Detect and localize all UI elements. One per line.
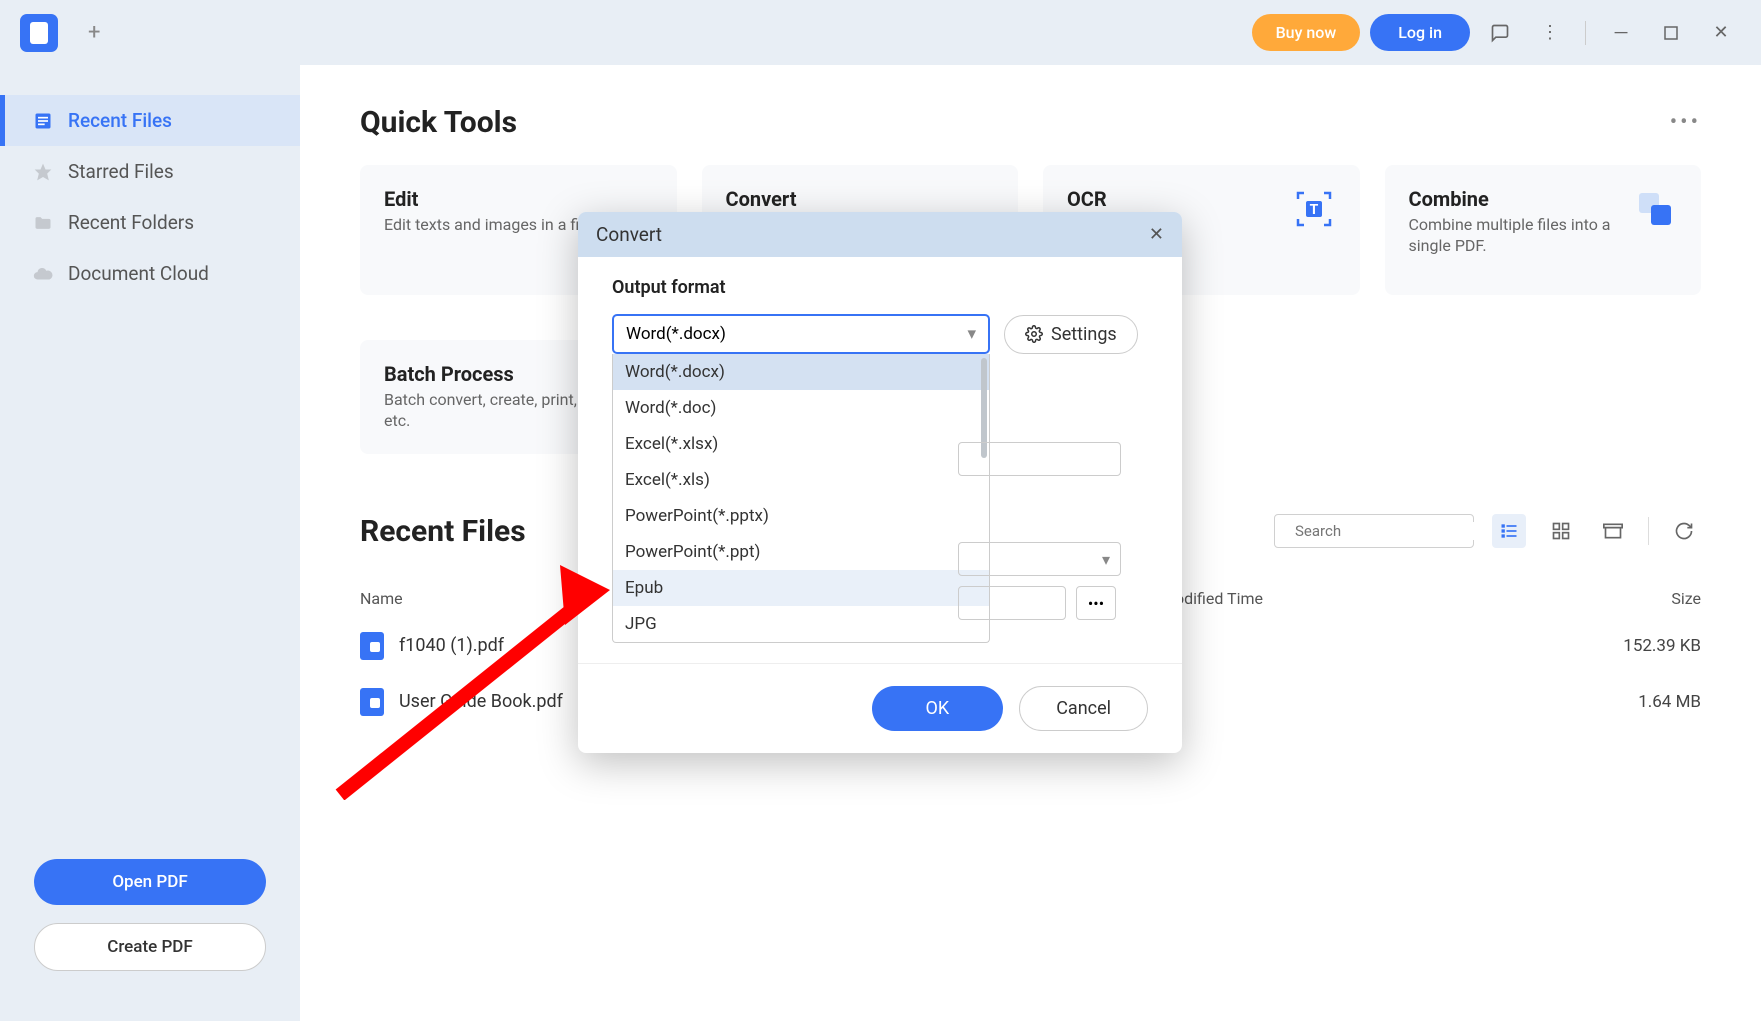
ok-button[interactable]: OK bbox=[872, 686, 1004, 731]
format-option[interactable]: PowerPoint(*.pptx) bbox=[613, 498, 989, 534]
tool-desc: Combine multiple files into a single PDF… bbox=[1409, 215, 1634, 257]
cancel-button[interactable]: Cancel bbox=[1019, 686, 1148, 731]
search-box[interactable] bbox=[1274, 514, 1474, 548]
format-option[interactable]: Excel(*.xls) bbox=[613, 462, 989, 498]
titlebar-right: Buy now Log in ⋮ ─ ✕ bbox=[1252, 13, 1741, 53]
comment-icon[interactable] bbox=[1480, 13, 1520, 53]
divider bbox=[1585, 21, 1586, 45]
format-option[interactable]: Word(*.doc) bbox=[613, 390, 989, 426]
file-name-label: f1040 (1).pdf bbox=[399, 635, 504, 656]
tool-card-combine[interactable]: Combine Combine multiple files into a si… bbox=[1385, 165, 1702, 295]
settings-label: Settings bbox=[1051, 324, 1117, 345]
sidebar-item-label: Document Cloud bbox=[68, 262, 209, 285]
sidebar-item-recent-files[interactable]: Recent Files bbox=[0, 95, 300, 146]
titlebar-left: + bbox=[20, 14, 100, 52]
output-format-label: Output format bbox=[612, 277, 1148, 298]
page-from-input[interactable] bbox=[958, 586, 1066, 620]
create-pdf-button[interactable]: Create PDF bbox=[34, 923, 266, 971]
folder-icon bbox=[32, 212, 54, 234]
combine-icon bbox=[1633, 187, 1677, 231]
open-pdf-button[interactable]: Open PDF bbox=[34, 859, 266, 905]
sidebar-item-label: Recent Files bbox=[68, 109, 172, 132]
refresh-icon[interactable] bbox=[1667, 514, 1701, 548]
more-icon[interactable]: ••• bbox=[1670, 110, 1701, 135]
sidebar-item-starred-files[interactable]: Starred Files bbox=[0, 146, 300, 197]
sidebar-item-label: Starred Files bbox=[68, 160, 174, 183]
settings-button[interactable]: Settings bbox=[1004, 315, 1138, 354]
format-option[interactable]: JPG bbox=[613, 606, 989, 642]
col-modified: Modified Time bbox=[1161, 589, 1561, 608]
sidebar: Recent Files Starred Files Recent Folder… bbox=[0, 65, 300, 1021]
minimize-icon[interactable]: ─ bbox=[1601, 13, 1641, 53]
format-select[interactable]: Word(*.docx) ▾ bbox=[612, 314, 990, 354]
col-size: Size bbox=[1561, 589, 1701, 608]
maximize-icon[interactable] bbox=[1651, 13, 1691, 53]
sidebar-item-label: Recent Folders bbox=[68, 211, 194, 234]
svg-text:T: T bbox=[1309, 202, 1318, 218]
file-size: 152.39 KB bbox=[1561, 636, 1701, 656]
format-selected-value: Word(*.docx) bbox=[626, 324, 726, 344]
output-path-input[interactable] bbox=[958, 442, 1121, 476]
more-options-button[interactable]: ••• bbox=[1076, 586, 1116, 620]
app-logo[interactable] bbox=[20, 14, 58, 52]
search-input[interactable] bbox=[1295, 522, 1494, 540]
file-name-label: User Guide Book.pdf bbox=[399, 691, 563, 712]
ocr-icon: T bbox=[1292, 187, 1336, 231]
dialog-title: Convert bbox=[596, 223, 662, 246]
divider bbox=[1648, 517, 1649, 545]
buy-now-button[interactable]: Buy now bbox=[1252, 14, 1361, 51]
tool-title: Combine bbox=[1409, 187, 1634, 211]
format-dropdown: Word(*.docx) Word(*.doc) Excel(*.xlsx) E… bbox=[612, 354, 990, 643]
tool-title: Edit bbox=[384, 187, 653, 211]
recent-files-icon bbox=[32, 110, 54, 132]
login-button[interactable]: Log in bbox=[1370, 14, 1470, 51]
convert-dialog: Convert ✕ Output format Word(*.docx) ▾ S… bbox=[578, 212, 1182, 753]
chevron-down-icon: ▾ bbox=[1102, 550, 1110, 569]
tool-title: OCR bbox=[1067, 187, 1292, 211]
page-selector[interactable]: ▾ bbox=[958, 542, 1121, 576]
list-view-icon[interactable] bbox=[1492, 514, 1526, 548]
format-option[interactable]: Excel(*.xlsx) bbox=[613, 426, 989, 462]
format-option[interactable]: Epub bbox=[613, 570, 989, 606]
grid-view-icon[interactable] bbox=[1544, 514, 1578, 548]
dialog-titlebar: Convert ✕ bbox=[578, 212, 1182, 257]
more-vertical-icon[interactable]: ⋮ bbox=[1530, 13, 1570, 53]
pdf-file-icon bbox=[360, 632, 384, 660]
titlebar: + Buy now Log in ⋮ ─ ✕ bbox=[0, 0, 1761, 65]
cloud-icon bbox=[32, 263, 54, 285]
format-option[interactable]: PowerPoint(*.ppt) bbox=[613, 534, 989, 570]
recent-files-title: Recent Files bbox=[360, 514, 526, 549]
archive-icon[interactable] bbox=[1596, 514, 1630, 548]
format-option[interactable]: Word(*.docx) bbox=[613, 354, 989, 390]
star-icon bbox=[32, 161, 54, 183]
quick-tools-title: Quick Tools bbox=[360, 105, 517, 140]
new-tab-button[interactable]: + bbox=[88, 20, 100, 45]
sidebar-item-document-cloud[interactable]: Document Cloud bbox=[0, 248, 300, 299]
file-size: 1.64 MB bbox=[1561, 692, 1701, 712]
tool-title: Convert bbox=[726, 187, 995, 211]
sidebar-item-recent-folders[interactable]: Recent Folders bbox=[0, 197, 300, 248]
gear-icon bbox=[1025, 325, 1043, 343]
close-icon[interactable]: ✕ bbox=[1701, 13, 1741, 53]
dialog-footer: OK Cancel bbox=[578, 663, 1182, 753]
chevron-down-icon: ▾ bbox=[967, 324, 976, 344]
dialog-close-icon[interactable]: ✕ bbox=[1149, 224, 1164, 245]
pdf-file-icon bbox=[360, 688, 384, 716]
